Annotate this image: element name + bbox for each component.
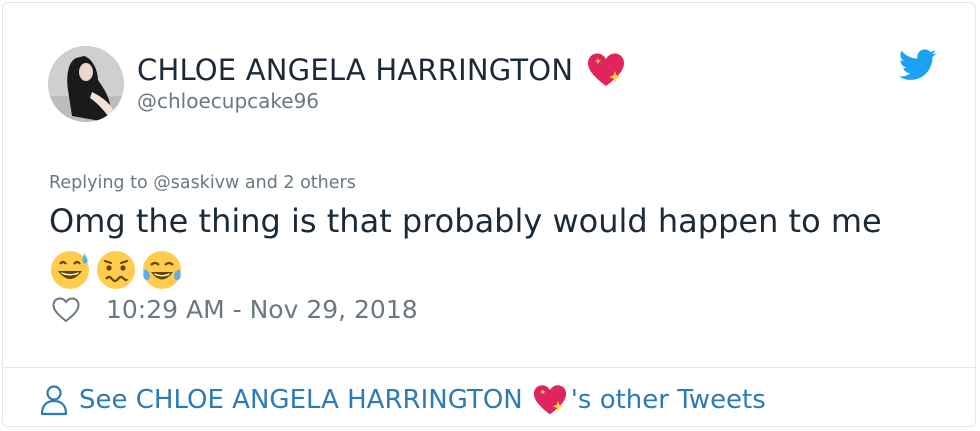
- tweet-timestamp[interactable]: 10:29 AM - Nov 29, 2018: [106, 295, 418, 324]
- woozy-face-emoji: [97, 251, 135, 289]
- footer-prefix[interactable]: See CHLOE ANGELA HARRINGTON: [79, 385, 523, 415]
- avatar[interactable]: [48, 46, 124, 122]
- divider: [3, 367, 975, 368]
- author-name[interactable]: CHLOE ANGELA HARRINGTON: [137, 53, 573, 87]
- replying-to[interactable]: Replying to @saskivw and 2 others: [49, 173, 356, 193]
- grinning-sweat-emoji: [51, 251, 89, 289]
- tears-of-joy-emoji: [143, 251, 181, 289]
- footer-suffix[interactable]: 's other Tweets: [571, 385, 766, 415]
- sparkling-heart-icon: [588, 53, 625, 86]
- sparkling-heart-icon: [533, 385, 566, 415]
- tweet-card: CHLOE ANGELA HARRINGTON @chloecupcake96 …: [2, 2, 976, 427]
- person-outline-icon: [40, 385, 68, 416]
- tweet-text: Omg the thing is that probably would hap…: [49, 202, 882, 240]
- twitter-bird-icon[interactable]: [899, 49, 937, 81]
- emoji-row: [49, 249, 183, 291]
- author-name-row[interactable]: CHLOE ANGELA HARRINGTON: [137, 51, 627, 89]
- see-other-tweets-link[interactable]: See CHLOE ANGELA HARRINGTON 's other Twe…: [39, 379, 766, 421]
- like-heart-outline-icon[interactable]: [51, 296, 81, 324]
- author-handle[interactable]: @chloecupcake96: [137, 89, 319, 113]
